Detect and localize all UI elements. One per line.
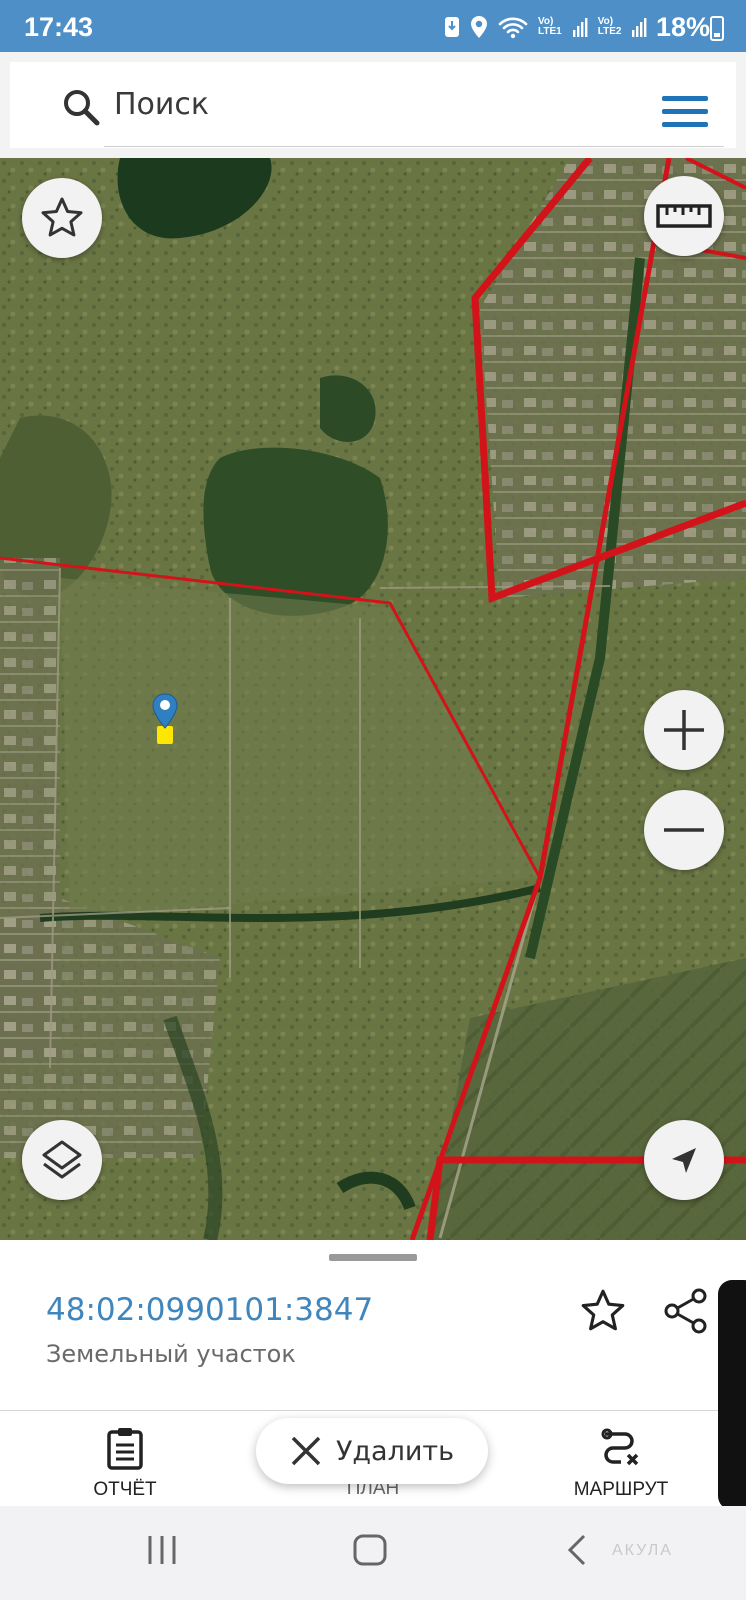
- report-label: ОТЧЁТ: [93, 1479, 157, 1500]
- signal-icon: [572, 18, 588, 37]
- location-marker-icon[interactable]: [150, 692, 180, 748]
- delete-label: Удалить: [335, 1435, 455, 1467]
- sheet-drag-handle[interactable]: [329, 1254, 417, 1261]
- zoom-in-icon: [664, 710, 704, 750]
- ruler-icon: [656, 204, 712, 228]
- back-icon[interactable]: [564, 1532, 592, 1568]
- search-bar: [10, 62, 736, 148]
- route-button[interactable]: МАРШРУТ: [546, 1426, 696, 1501]
- zoom-out-icon: [664, 828, 704, 832]
- sim-save-icon: [445, 17, 459, 37]
- search-icon[interactable]: [62, 88, 100, 126]
- ruler-button[interactable]: [644, 176, 724, 256]
- route-icon: [601, 1428, 639, 1466]
- cadastral-number[interactable]: 48:02:0990101:3847: [46, 1292, 373, 1328]
- battery-icon: [710, 16, 724, 41]
- delete-button[interactable]: Удалить: [256, 1418, 488, 1484]
- sim2-label: Vo) LTE2: [598, 17, 622, 37]
- report-button[interactable]: ОТЧЁТ: [50, 1426, 200, 1501]
- favorite-star-button[interactable]: [22, 178, 102, 258]
- wifi-icon: [498, 17, 528, 39]
- my-location-button[interactable]: [644, 1120, 724, 1200]
- sim1-label: Vo) LTE1: [538, 17, 562, 37]
- status-bar: 17:43 Vo) LTE1 Vo) LTE2 18%: [0, 0, 746, 52]
- status-time: 17:43: [24, 12, 94, 42]
- signal-icon: [632, 18, 647, 37]
- clipboard-icon: [107, 1428, 143, 1470]
- search-input[interactable]: [114, 84, 634, 124]
- sim1-lte: LTE1: [538, 26, 562, 37]
- search-underline: [104, 146, 724, 147]
- parcel-info-sheet: 48:02:0990101:3847 Земельный участок ОТЧ…: [0, 1240, 746, 1506]
- location-icon: [471, 16, 487, 38]
- system-nav-bar: АКУЛА: [0, 1506, 746, 1600]
- sim2-lte: LTE2: [597, 26, 622, 37]
- recent-apps-icon[interactable]: [144, 1532, 180, 1568]
- edge-panel-handle[interactable]: [718, 1280, 746, 1510]
- navigation-arrow-icon: [672, 1148, 696, 1173]
- satellite-map[interactable]: [0, 158, 746, 1240]
- sheet-divider: [0, 1410, 746, 1411]
- zoom-out-button[interactable]: [644, 790, 724, 870]
- home-icon[interactable]: [352, 1532, 388, 1568]
- star-icon: [41, 197, 83, 237]
- hamburger-menu-icon[interactable]: [662, 96, 710, 130]
- status-icons: Vo) LTE1 Vo) LTE2: [444, 14, 647, 40]
- share-icon[interactable]: [662, 1286, 710, 1336]
- layers-icon: [42, 1140, 82, 1179]
- layers-button[interactable]: [22, 1120, 102, 1200]
- close-icon: [291, 1436, 321, 1466]
- battery-percent: 18%: [656, 12, 711, 42]
- search-area: [0, 52, 746, 158]
- map-view[interactable]: [0, 158, 746, 1240]
- zoom-in-button[interactable]: [644, 690, 724, 770]
- favorite-star-icon[interactable]: [578, 1286, 628, 1336]
- route-label: МАРШРУТ: [573, 1479, 669, 1500]
- watermark: АКУЛА: [612, 1542, 673, 1559]
- parcel-type: Земельный участок: [46, 1340, 296, 1368]
